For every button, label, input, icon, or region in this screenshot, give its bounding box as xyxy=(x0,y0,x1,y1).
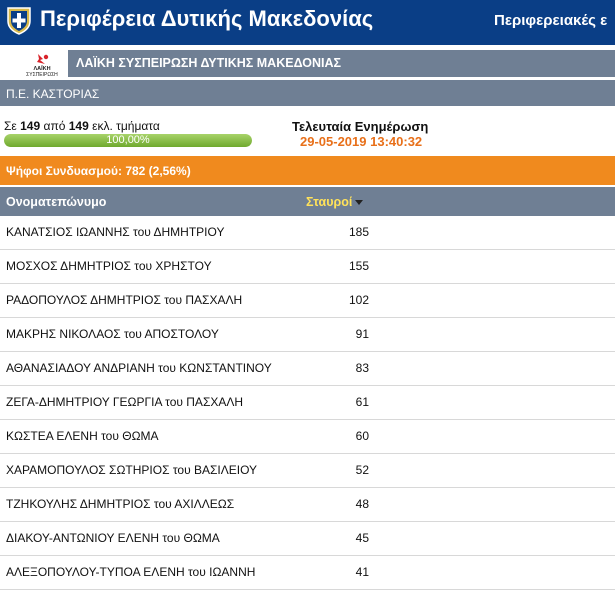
svg-text:ΣΥΣΠΕΙΡΩΣΗ: ΣΥΣΠΕΙΡΩΣΗ xyxy=(26,72,58,77)
sections-counted: 149 xyxy=(20,119,41,133)
last-update-label: Τελευταία Ενημέρωση xyxy=(292,119,429,134)
candidate-name: ΑΛΕΞΟΠΟΥΛΟΥ-ΤΥΠΟΑ ΕΛΕΝΗ του ΙΩΑΝΝΗ xyxy=(6,565,256,579)
candidate-name: ΚΑΝΑΤΣΙΟΣ ΙΩΑΝΝΗΣ του ΔΗΜΗΤΡΙΟΥ xyxy=(6,225,225,239)
table-row: ΤΖΗΚΟΥΛΗΣ ΔΗΜΗΤΡΙΟΣ του ΑΧΙΛΛΕΩΣ 48 xyxy=(0,488,615,522)
sections-total: 149 xyxy=(68,119,89,133)
candidate-votes: 48 xyxy=(355,497,369,511)
party-bar: ΛΑΪΚΗ ΣΥΣΠΕΙΡΩΣΗ ΛΑΪΚΗ ΣΥΣΠΕΙΡΩΣΗ ΔΥΤΙΚΗ… xyxy=(0,49,615,78)
regional-unit-bar: Π.Ε. ΚΑΣΤΟΡΙΑΣ xyxy=(0,80,615,106)
table-row: ΜΟΣΧΟΣ ΔΗΜΗΤΡΙΟΣ του ΧΡΗΣΤΟΥ 155 xyxy=(0,250,615,284)
candidate-votes: 60 xyxy=(355,429,369,443)
candidates-table-body: ΚΑΝΑΤΣΙΟΣ ΙΩΑΝΝΗΣ του ΔΗΜΗΤΡΙΟΥ 185 ΜΟΣΧΟΣ… xyxy=(0,216,615,590)
site-title[interactable]: Περιφέρεια Δυτικής Μακεδονίας xyxy=(40,6,373,32)
header-bar: Περιφέρεια Δυτικής Μακεδονίας Περιφερεια… xyxy=(0,0,615,45)
candidate-name: ΜΑΚΡΗΣ ΝΙΚΟΛΑΟΣ του ΑΠΟΣΤΟΛΟΥ xyxy=(6,327,219,341)
progress-label: 100,00% xyxy=(106,134,150,146)
candidate-name: ΑΘΑΝΑΣΙΑΔΟΥ ΑΝΔΡΙΑΝΗ του ΚΩΝΣΤΑΝΤΙΝΟΥ xyxy=(6,361,272,375)
table-row: ΖΕΓΑ-ΔΗΜΗΤΡΙΟΥ ΓΕΩΡΓΙΑ του ΠΑΣΧΑΛΗ 61 xyxy=(0,386,615,420)
elections-link[interactable]: Περιφερειακές ε xyxy=(494,12,607,29)
svg-text:ΛΑΪΚΗ: ΛΑΪΚΗ xyxy=(33,65,50,72)
sections-suffix: εκλ. τμήματα xyxy=(92,119,160,133)
candidate-votes: 52 xyxy=(355,463,369,477)
candidate-votes: 45 xyxy=(355,531,369,545)
party-logo-icon: ΛΑΪΚΗ ΣΥΣΠΕΙΡΩΣΗ xyxy=(20,51,64,77)
table-row: ΔΙΑΚΟΥ-ΑΝΤΩΝΙΟΥ ΕΛΕΝΗ του ΘΩΜΑ 45 xyxy=(0,522,615,556)
greek-cross-emblem-icon[interactable] xyxy=(5,5,33,35)
candidate-name: ΚΩΣΤΕΑ ΕΛΕΝΗ του ΘΩΜΑ xyxy=(6,429,159,443)
candidate-name: ΔΙΑΚΟΥ-ΑΝΤΩΝΙΟΥ ΕΛΕΝΗ του ΘΩΜΑ xyxy=(6,531,220,545)
column-header-votes[interactable]: Σταυροί xyxy=(306,195,364,209)
candidate-votes: 41 xyxy=(355,565,369,579)
table-row: ΜΑΚΡΗΣ ΝΙΚΟΛΑΟΣ του ΑΠΟΣΤΟΛΟΥ 91 xyxy=(0,318,615,352)
table-row: ΑΘΑΝΑΣΙΑΔΟΥ ΑΝΔΡΙΑΝΗ του ΚΩΝΣΤΑΝΤΙΝΟΥ 83 xyxy=(0,352,615,386)
candidate-votes: 155 xyxy=(348,259,369,273)
candidate-name: ΤΖΗΚΟΥΛΗΣ ΔΗΜΗΤΡΙΟΣ του ΑΧΙΛΛΕΩΣ xyxy=(6,497,235,511)
table-row: ΑΛΕΞΟΠΟΥΛΟΥ-ΤΥΠΟΑ ΕΛΕΝΗ του ΙΩΑΝΝΗ 41 xyxy=(0,556,615,590)
party-name: ΛΑΪΚΗ ΣΥΣΠΕΙΡΩΣΗ ΔΥΤΙΚΗΣ ΜΑΚΕΔΟΝΙΑΣ xyxy=(76,56,341,70)
table-header: Ονοματεπώνυμο Σταυροί xyxy=(0,187,615,216)
party-votes-text: Ψήφοι Συνδυασμού: 782 (2,56%) xyxy=(6,164,191,178)
table-row: ΚΩΣΤΕΑ ΕΛΕΝΗ του ΘΩΜΑ 60 xyxy=(0,420,615,454)
table-row: ΡΑΔΟΠΟΥΛΟΣ ΔΗΜΗΤΡΙΟΣ του ΠΑΣΧΑΛΗ 102 xyxy=(0,284,615,318)
candidate-name: ΧΑΡΑΜΟΠΟΥΛΟΣ ΣΩΤΗΡΙΟΣ του ΒΑΣΙΛΕΙΟΥ xyxy=(6,463,258,477)
candidate-name: ΖΕΓΑ-ΔΗΜΗΤΡΙΟΥ ΓΕΩΡΓΙΑ του ΠΑΣΧΑΛΗ xyxy=(6,395,244,409)
table-row: ΧΑΡΑΜΟΠΟΥΛΟΣ ΣΩΤΗΡΙΟΣ του ΒΑΣΙΛΕΙΟΥ 52 xyxy=(0,454,615,488)
candidate-votes: 83 xyxy=(355,361,369,375)
candidate-name: ΜΟΣΧΟΣ ΔΗΜΗΤΡΙΟΣ του ΧΡΗΣΤΟΥ xyxy=(6,259,212,273)
regional-unit-name: Π.Ε. ΚΑΣΤΟΡΙΑΣ xyxy=(6,87,100,101)
column-header-name[interactable]: Ονοματεπώνυμο xyxy=(6,195,106,209)
column-header-votes-label[interactable]: Σταυροί xyxy=(306,195,352,209)
sections-counted-text: Σε 149 από 149 εκλ. τμήματα xyxy=(4,119,160,133)
party-name-box: ΛΑΪΚΗ ΣΥΣΠΕΙΡΩΣΗ ΔΥΤΙΚΗΣ ΜΑΚΕΔΟΝΙΑΣ xyxy=(68,50,615,77)
table-row: ΚΑΝΑΤΣΙΟΣ ΙΩΑΝΝΗΣ του ΔΗΜΗΤΡΙΟΥ 185 xyxy=(0,216,615,250)
candidate-name: ΡΑΔΟΠΟΥΛΟΣ ΔΗΜΗΤΡΙΟΣ του ΠΑΣΧΑΛΗ xyxy=(6,293,243,307)
sections-mid: από xyxy=(43,119,66,133)
candidate-votes: 102 xyxy=(348,293,369,307)
candidate-votes: 91 xyxy=(355,327,369,341)
sections-prefix: Σε xyxy=(4,119,17,133)
party-votes-bar: Ψήφοι Συνδυασμού: 782 (2,56%) xyxy=(0,156,615,185)
candidate-votes: 61 xyxy=(355,395,369,409)
sort-descending-icon[interactable] xyxy=(355,200,364,206)
last-update-time: 29-05-2019 13:40:32 xyxy=(300,134,423,149)
counting-progress-bar: 100,00% xyxy=(4,134,252,147)
candidate-votes: 185 xyxy=(348,225,369,239)
